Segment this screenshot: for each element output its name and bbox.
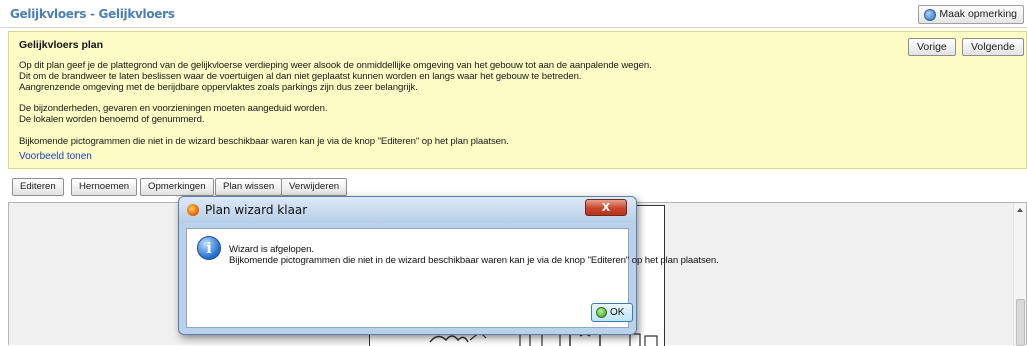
remarks-button[interactable]: Opmerkingen — [140, 178, 214, 196]
panel-title: Gelijkvloers plan — [19, 39, 104, 51]
top-bar: Gelijkvloers - Gelijkvloers Maak opmerki… — [0, 0, 1027, 28]
application-icon — [187, 204, 199, 216]
delete-button[interactable]: Verwijderen — [281, 178, 348, 196]
next-button[interactable]: Volgende — [962, 38, 1024, 56]
example-link[interactable]: Voorbeeld tonen — [19, 151, 92, 162]
info-panel: Gelijkvloers plan Op dit plan geef je de… — [8, 31, 1027, 169]
make-remark-button[interactable]: Maak opmerking — [918, 5, 1024, 24]
dialog-message-line: Wizard is afgelopen. — [229, 244, 314, 255]
panel-text-line: Bijkomende pictogrammen die niet in de w… — [19, 136, 509, 147]
page-title: Gelijkvloers - Gelijkvloers — [10, 7, 175, 21]
info-icon: i — [197, 236, 221, 260]
ok-label: OK — [610, 307, 625, 318]
panel-text-line: De bijzonderheden, gevaren en voorzienin… — [19, 103, 328, 114]
ok-button[interactable]: OK — [591, 303, 633, 322]
dialog-title: Plan wizard klaar — [205, 203, 308, 217]
dialog-message-line: Bijkomende pictogrammen die niet in de w… — [229, 255, 719, 266]
vertical-scrollbar[interactable] — [1013, 203, 1026, 346]
panel-text-line: Aangrenzende omgeving met de berijdbare … — [19, 82, 418, 93]
edit-button[interactable]: Editeren — [12, 178, 64, 196]
panel-text-line: De lokalen worden benoemd of genummerd. — [19, 114, 205, 125]
scroll-thumb[interactable] — [1016, 299, 1025, 346]
dialog-close-button[interactable]: X — [585, 199, 627, 216]
rename-button[interactable]: Hernoemen — [71, 178, 138, 196]
dialog-body: i Wizard is afgelopen. Bijkomende pictog… — [186, 228, 719, 328]
help-icon — [924, 9, 937, 21]
dialog-titlebar[interactable]: Plan wizard klaar X — [179, 197, 636, 223]
clear-plan-button[interactable]: Plan wissen — [215, 178, 283, 196]
plan-wizard-dialog: Plan wizard klaar X i Wizard is afgelope… — [178, 196, 719, 335]
scroll-up-arrow-icon[interactable] — [1017, 208, 1023, 212]
checkmark-icon — [596, 307, 607, 318]
previous-button[interactable]: Vorige — [908, 38, 956, 56]
panel-text-line: Dit om de brandweer te laten beslissen w… — [19, 71, 582, 82]
panel-text-line: Op dit plan geef je de plattegrond van d… — [19, 60, 652, 71]
make-remark-label: Maak opmerking — [939, 8, 1017, 20]
